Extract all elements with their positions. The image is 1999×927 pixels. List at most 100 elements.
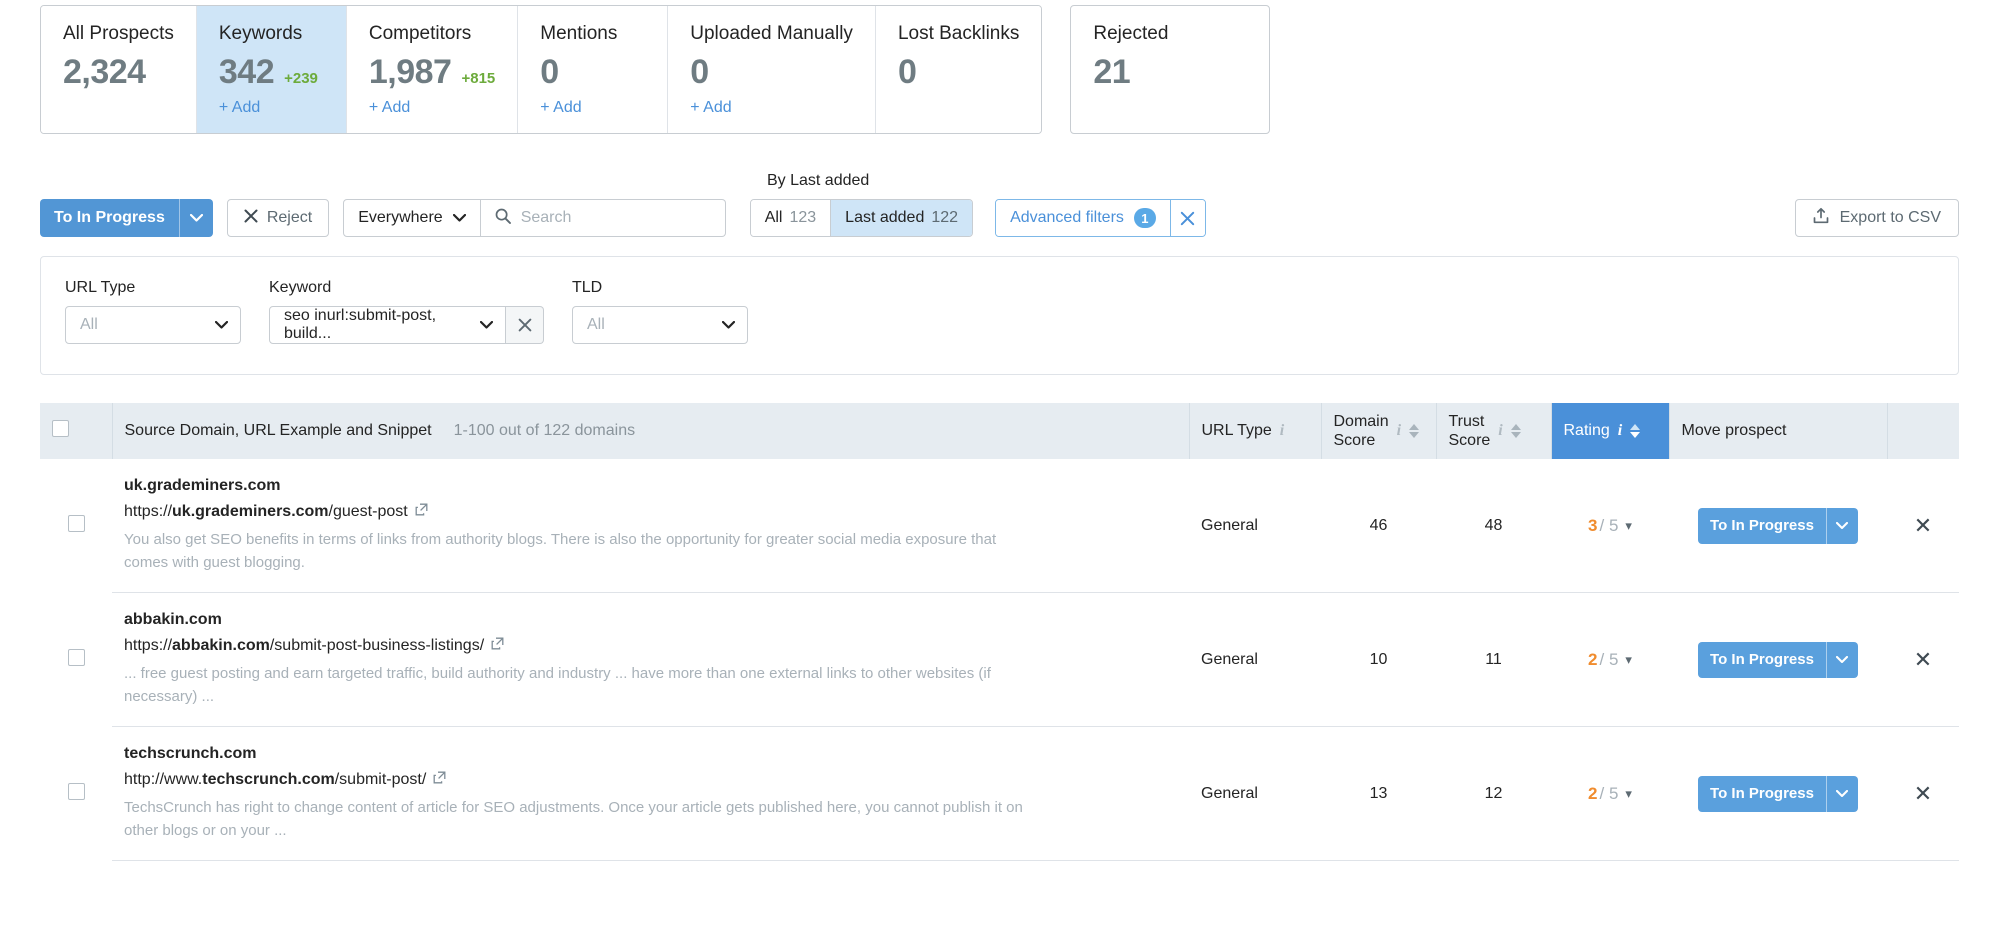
card-add-link[interactable]: + Add (219, 97, 324, 119)
card-title: Lost Backlinks (898, 22, 1019, 46)
domain-score-header[interactable]: DomainScore i (1321, 403, 1436, 459)
to-in-progress-label: To In Progress (40, 199, 179, 237)
info-icon[interactable]: i (1618, 422, 1622, 440)
chevron-down-icon[interactable] (1826, 642, 1858, 678)
chevron-down-icon[interactable]: ▾ (1625, 652, 1632, 668)
select-all-header (40, 403, 112, 459)
scope-select[interactable]: Everywhere (343, 199, 480, 237)
card-lost-backlinks[interactable]: Lost Backlinks 0 (876, 6, 1041, 133)
summary-cards-group: All Prospects2,324 Keywords342+239+ AddC… (40, 5, 1042, 134)
sort-toggle[interactable] (1630, 424, 1640, 438)
segment-last-added[interactable]: Last added122 (831, 200, 972, 236)
chevron-down-icon[interactable]: ▾ (1625, 786, 1632, 802)
chevron-down-icon[interactable] (1826, 508, 1858, 544)
row-move-cell: To In Progress (1669, 727, 1887, 861)
card-keywords[interactable]: Keywords342+239+ Add (197, 6, 347, 133)
export-to-csv-button[interactable]: Export to CSV (1795, 199, 1959, 237)
card-uploaded-manually[interactable]: Uploaded Manually0+ Add (668, 6, 876, 133)
row-move-button[interactable]: To In Progress (1698, 776, 1858, 812)
advanced-filters-button[interactable]: Advanced filters 1 (996, 200, 1171, 236)
chevron-down-icon[interactable] (1826, 776, 1858, 812)
row-rating[interactable]: 2/ 5▾ (1563, 784, 1657, 804)
card-delta: +239 (284, 70, 318, 87)
segment-label: Last added (845, 209, 924, 227)
external-link-icon[interactable] (491, 637, 504, 655)
card-delta: +815 (461, 70, 495, 87)
row-url-path: /guest-post (329, 503, 408, 520)
toolbar: By Last added To In Progress Reject Ever… (0, 199, 1999, 237)
search-input[interactable] (521, 209, 711, 227)
export-icon (1813, 207, 1829, 229)
advanced-filters-group: Advanced filters 1 (995, 199, 1206, 237)
sort-toggle[interactable] (1409, 424, 1419, 438)
info-icon[interactable]: i (1397, 422, 1401, 440)
row-domain[interactable]: uk.grademiners.com (124, 477, 1177, 495)
card-add-link[interactable]: + Add (690, 97, 853, 119)
info-icon[interactable]: i (1280, 422, 1284, 440)
export-label: Export to CSV (1840, 209, 1941, 227)
url-type-header[interactable]: URL Type i (1189, 403, 1321, 459)
trust-score-header[interactable]: TrustScore i (1436, 403, 1551, 459)
row-rating-denominator: / 5 (1600, 784, 1619, 804)
external-link-icon[interactable] (433, 771, 446, 789)
row-move-cell: To In Progress (1669, 593, 1887, 727)
row-url-path: /submit-post/ (335, 771, 427, 788)
row-checkbox[interactable] (68, 515, 85, 532)
table-header-row: Source Domain, URL Example and Snippet 1… (40, 403, 1959, 459)
filter-value: All (80, 316, 98, 334)
segment-all[interactable]: All123 (751, 200, 831, 236)
row-url-prefix: http://www. (124, 771, 202, 788)
chevron-down-icon[interactable]: ▾ (1625, 518, 1632, 534)
external-link-icon[interactable] (415, 503, 428, 521)
row-url[interactable]: http://www.techscrunch.com/submit-post/ (124, 771, 1177, 789)
row-rating-cell: 2/ 5▾ (1551, 593, 1669, 727)
to-in-progress-button[interactable]: To In Progress (40, 199, 213, 237)
row-domain[interactable]: abbakin.com (124, 611, 1177, 629)
filter-select[interactable]: seo inurl:submit-post, build... (269, 306, 506, 344)
filter-select[interactable]: All (65, 306, 241, 344)
row-rating-value: 3 (1588, 516, 1597, 536)
row-rating-denominator: / 5 (1600, 516, 1619, 536)
card-add-link[interactable]: + Add (369, 97, 495, 119)
select-all-checkbox[interactable] (52, 420, 69, 437)
row-rating[interactable]: 3/ 5 ▾ (1563, 516, 1657, 536)
card-value: 0 (898, 51, 916, 93)
row-url-prefix: https:// (124, 503, 172, 520)
row-url[interactable]: https://abbakin.com/submit-post-business… (124, 637, 1177, 655)
card-add-link[interactable]: + Add (540, 97, 645, 119)
filter-select[interactable]: All (572, 306, 748, 344)
filter-clear-button[interactable] (506, 306, 544, 344)
filter-value: All (587, 316, 605, 334)
search-box[interactable] (481, 199, 726, 237)
row-trust-score: 12 (1436, 727, 1551, 861)
card-competitors[interactable]: Competitors1,987+815+ Add (347, 6, 518, 133)
clear-filters-button[interactable] (1171, 200, 1205, 236)
card-rejected[interactable]: Rejected 21 (1070, 5, 1270, 134)
row-remove-button[interactable]: ✕ (1887, 727, 1959, 861)
card-mentions[interactable]: Mentions0+ Add (518, 6, 668, 133)
reject-button[interactable]: Reject (227, 199, 329, 237)
chevron-down-icon[interactable] (179, 199, 213, 237)
filter-label: Keyword (269, 279, 544, 297)
info-icon[interactable]: i (1498, 422, 1502, 440)
rating-header[interactable]: Rating i (1551, 403, 1669, 459)
row-url[interactable]: https://uk.grademiners.com/guest-post (124, 503, 1177, 521)
row-remove-button[interactable]: ✕ (1887, 459, 1959, 593)
move-prospect-header: Move prospect (1669, 403, 1887, 459)
card-all-prospects[interactable]: All Prospects2,324 (41, 6, 197, 133)
row-domain[interactable]: techscrunch.com (124, 745, 1177, 763)
filter-label: URL Type (65, 279, 241, 297)
last-added-segmented-control: All123Last added122 (750, 199, 973, 237)
row-main-cell: techscrunch.com http://www.techscrunch.co… (112, 727, 1189, 861)
source-domain-header: Source Domain, URL Example and Snippet 1… (112, 403, 1189, 459)
row-remove-button[interactable]: ✕ (1887, 593, 1959, 727)
row-rating[interactable]: 2/ 5▾ (1563, 650, 1657, 670)
trust-score-label: TrustScore (1449, 412, 1491, 450)
row-domain-score: 10 (1321, 593, 1436, 727)
row-move-button[interactable]: To In Progress (1698, 642, 1858, 678)
row-checkbox[interactable] (68, 783, 85, 800)
row-move-button[interactable]: To In Progress (1698, 508, 1858, 544)
row-checkbox[interactable] (68, 649, 85, 666)
sort-toggle[interactable] (1511, 424, 1521, 438)
close-icon (244, 209, 258, 228)
